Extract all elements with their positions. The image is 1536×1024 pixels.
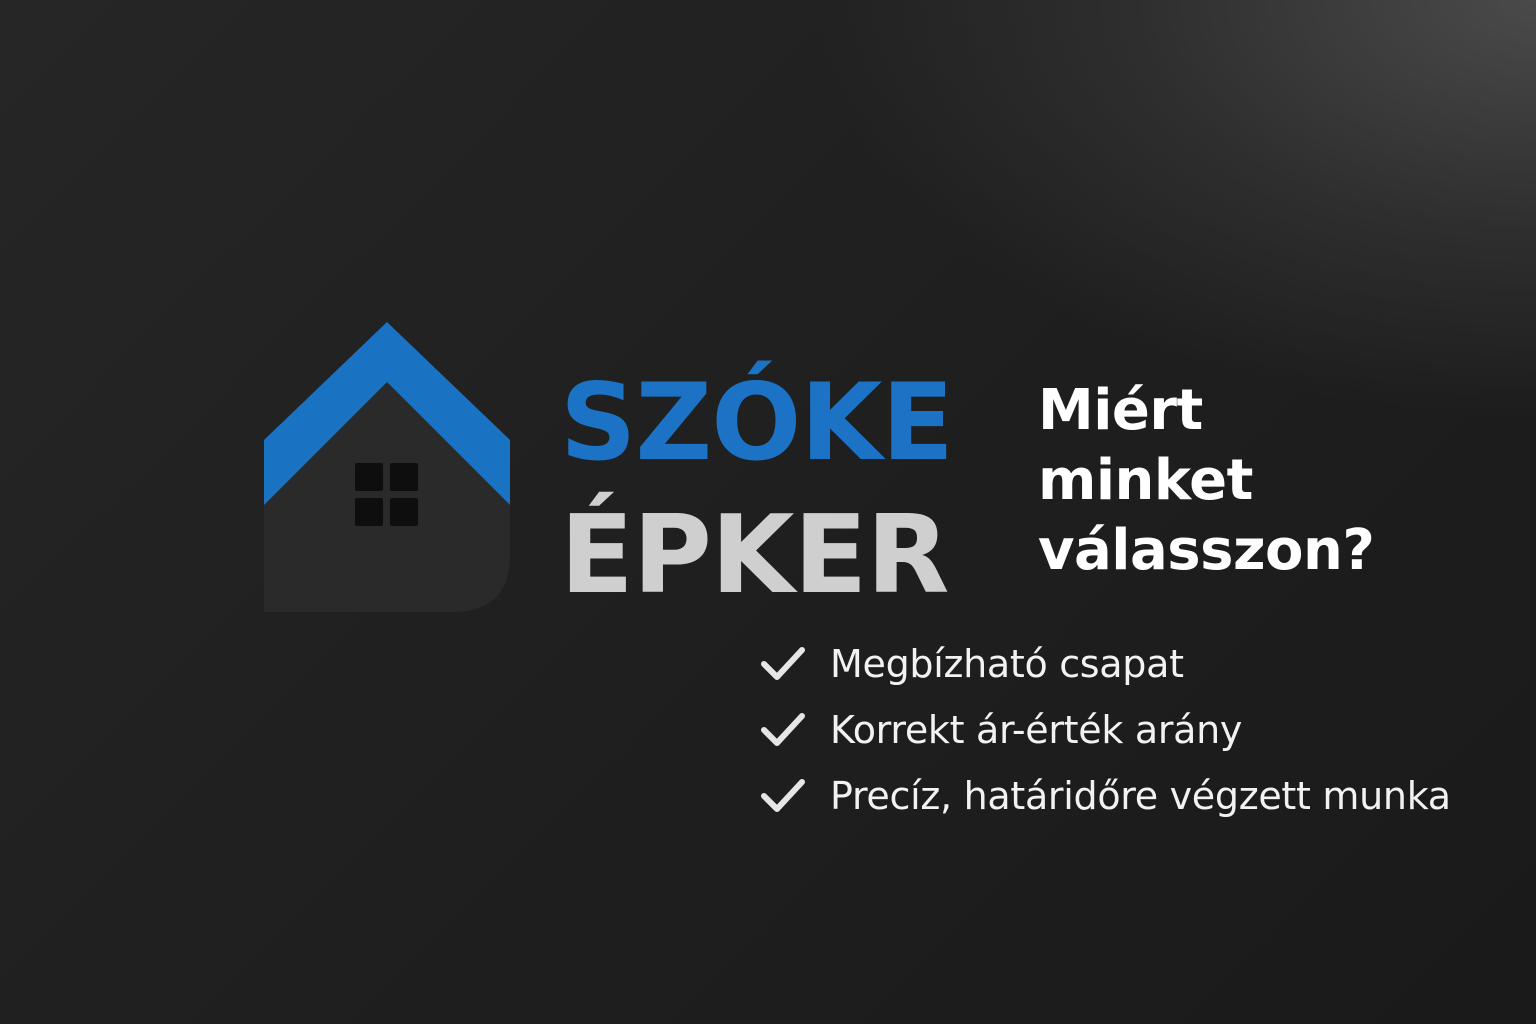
checkmark-icon xyxy=(761,713,805,746)
brand-name-line-2: ÉPKER xyxy=(560,493,950,618)
headline: Miért minket válasszon? xyxy=(1038,376,1478,586)
benefit-text: Korrekt ár-érték arány xyxy=(830,708,1243,752)
brand-name-line-1: SZÓKE xyxy=(560,361,954,484)
benefit-text: Megbízható csapat xyxy=(830,642,1184,686)
promo-canvas: SZÓKE ÉPKER Miért minket válasszon? Megb… xyxy=(0,0,1536,1024)
benefit-item: Korrekt ár-érték arány xyxy=(760,698,1451,762)
benefit-text: Precíz, határidőre végzett munka xyxy=(830,774,1451,818)
headline-line-2: minket xyxy=(1038,448,1253,513)
headline-line-3: válasszon? xyxy=(1038,518,1375,583)
benefit-item: Megbízható csapat xyxy=(760,632,1451,696)
benefits-list: Megbízható csapat Korrekt ár-érték arány… xyxy=(760,632,1451,830)
headline-line-1: Miért xyxy=(1038,378,1203,443)
benefit-item: Precíz, határidőre végzett munka xyxy=(760,764,1451,828)
house-logo-icon xyxy=(264,322,510,612)
checkmark-icon xyxy=(761,647,805,680)
checkmark-icon xyxy=(761,779,805,812)
